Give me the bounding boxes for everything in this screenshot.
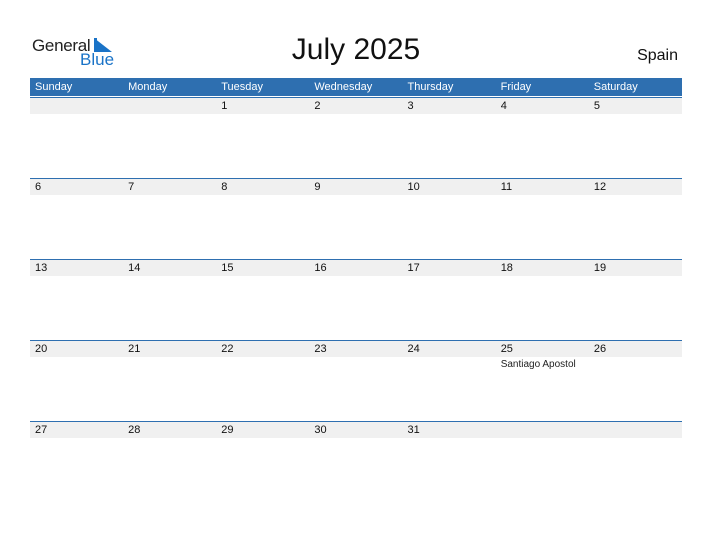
- day-number: 14: [128, 262, 141, 274]
- week-row: 1 2 3 4 5: [30, 97, 682, 178]
- day-cell[interactable]: 30: [309, 422, 402, 502]
- weekday-wednesday: Wednesday: [314, 81, 373, 93]
- day-cell[interactable]: 2: [309, 98, 402, 178]
- day-cell[interactable]: 25 Santiago Apostol: [496, 341, 589, 421]
- day-cell[interactable]: 10: [403, 179, 496, 259]
- day-cell[interactable]: 26: [589, 341, 682, 421]
- day-cell[interactable]: 6: [30, 179, 123, 259]
- day-cell[interactable]: 27: [30, 422, 123, 502]
- weekday-saturday: Saturday: [593, 81, 638, 93]
- weekday-tuesday: Tuesday: [221, 81, 264, 93]
- day-cell[interactable]: 21: [123, 341, 216, 421]
- day-cell[interactable]: 13: [30, 260, 123, 340]
- country-label: Spain: [637, 47, 678, 64]
- day-number: 16: [314, 262, 327, 274]
- week-row: 6 7 8 9 10 11 12: [30, 178, 682, 259]
- day-cell[interactable]: 18: [496, 260, 589, 340]
- day-cell[interactable]: 1: [216, 98, 309, 178]
- day-cell[interactable]: 12: [589, 179, 682, 259]
- day-number: 2: [314, 100, 321, 112]
- week-row: 20 21 22 23 24 25 Santiago Apostol 26: [30, 340, 682, 421]
- page-title: July 2025: [291, 33, 421, 66]
- holiday-label: Santiago Apostol: [500, 359, 576, 370]
- day-number: 27: [35, 424, 48, 436]
- day-number: 19: [593, 262, 607, 274]
- day-cell[interactable]: 20: [30, 341, 123, 421]
- weekday-thursday: Thursday: [407, 81, 454, 93]
- day-number: 9: [314, 181, 321, 193]
- day-cell[interactable]: 14: [123, 260, 216, 340]
- day-cell[interactable]: [123, 98, 216, 178]
- day-number: 7: [128, 181, 135, 193]
- weekday-header: Sunday Monday Tuesday Wednesday Thursday Frid…: [30, 78, 682, 96]
- day-number: 10: [407, 181, 420, 193]
- day-number: 26: [593, 343, 607, 355]
- day-cell[interactable]: 29: [216, 422, 309, 502]
- day-cell[interactable]: 17: [403, 260, 496, 340]
- day-cell[interactable]: 16: [309, 260, 402, 340]
- day-cell[interactable]: 3: [403, 98, 496, 178]
- weekday-monday: Monday: [128, 81, 168, 93]
- day-number: 6: [35, 181, 42, 193]
- day-cell[interactable]: 9: [309, 179, 402, 259]
- day-cell[interactable]: [30, 98, 123, 178]
- day-number: 12: [593, 181, 607, 193]
- day-number: 17: [407, 262, 420, 274]
- weekday-sunday: Sunday: [35, 81, 73, 93]
- day-cell[interactable]: 4: [496, 98, 589, 178]
- day-number: 28: [128, 424, 141, 436]
- day-number: 18: [500, 262, 513, 274]
- day-number: 1: [221, 100, 228, 112]
- day-cell[interactable]: 23: [309, 341, 402, 421]
- day-number: 22: [221, 343, 234, 355]
- day-number: 13: [35, 262, 48, 274]
- day-number: 4: [500, 100, 507, 112]
- day-number: 30: [314, 424, 327, 436]
- day-number: 11: [500, 181, 513, 193]
- day-number: 20: [35, 343, 48, 355]
- day-cell[interactable]: 11: [496, 179, 589, 259]
- day-number: 23: [314, 343, 327, 355]
- day-number: 5: [593, 100, 600, 112]
- day-cell[interactable]: 8: [216, 179, 309, 259]
- day-number: 29: [221, 424, 234, 436]
- day-number: 24: [407, 343, 420, 355]
- day-number: 31: [407, 424, 420, 436]
- week-row: 13 14 15 16 17 18 19: [30, 259, 682, 340]
- day-cell[interactable]: 19: [589, 260, 682, 340]
- day-number: 25: [500, 343, 513, 355]
- day-cell[interactable]: 7: [123, 179, 216, 259]
- day-cell[interactable]: 31: [403, 422, 496, 502]
- week-row: 27 28 29 30 31: [30, 421, 682, 502]
- day-cell[interactable]: [589, 422, 682, 502]
- day-number: 3: [407, 100, 414, 112]
- day-cell[interactable]: 28: [123, 422, 216, 502]
- day-number: 15: [221, 262, 234, 274]
- day-cell[interactable]: 15: [216, 260, 309, 340]
- day-cell[interactable]: 24: [403, 341, 496, 421]
- day-cell[interactable]: 22: [216, 341, 309, 421]
- day-number: 21: [128, 343, 141, 355]
- day-number: 8: [221, 181, 228, 193]
- day-cell[interactable]: 5: [589, 98, 682, 178]
- day-cell[interactable]: [496, 422, 589, 502]
- weekday-friday: Friday: [500, 81, 532, 93]
